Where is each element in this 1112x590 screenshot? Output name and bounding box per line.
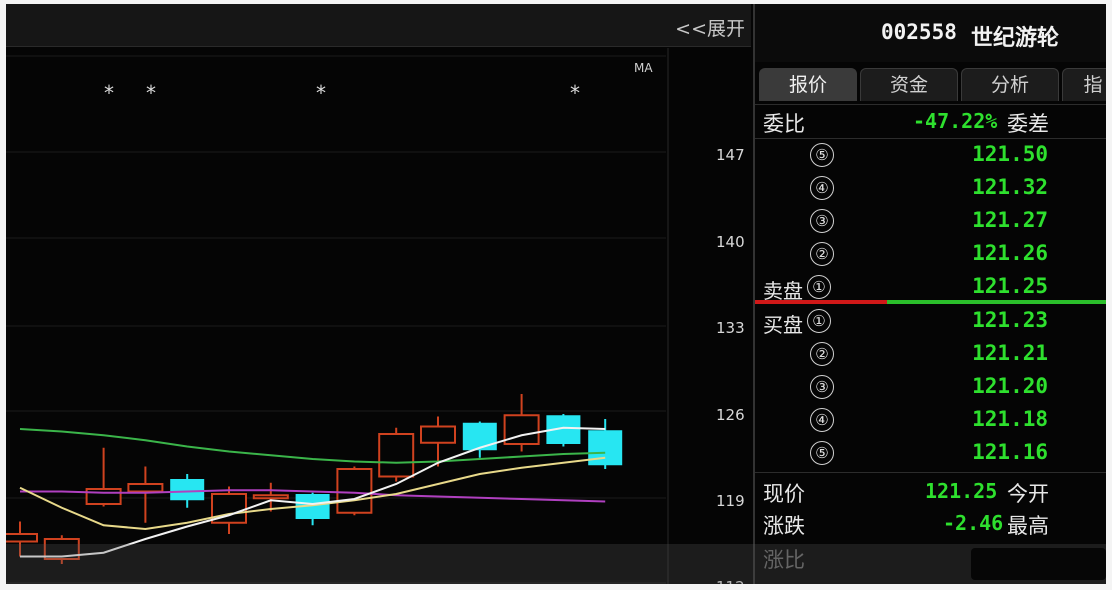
ask-price: 121.27 bbox=[972, 208, 1048, 232]
divider bbox=[755, 472, 1106, 473]
open-label: 今开 bbox=[1007, 482, 1049, 506]
change-value: -2.46 bbox=[943, 511, 1004, 535]
stock-name: 世纪游轮 bbox=[971, 26, 1060, 51]
ask-row-5[interactable]: ⑤ 121.50 bbox=[755, 140, 1106, 172]
tab-quote[interactable]: 报价 bbox=[759, 68, 857, 101]
order-ratio-row: 委比 -47.22% 委差 bbox=[755, 106, 1106, 138]
bid-price: 121.21 bbox=[972, 341, 1048, 365]
ma-label: MA bbox=[634, 61, 653, 75]
event-marker: * bbox=[104, 81, 114, 105]
order-diff-label: 委差 bbox=[1007, 112, 1049, 136]
trading-app: <<展开 147140133126119112MA**** 002558 世纪游… bbox=[6, 4, 1106, 584]
bottom-fade-overlay bbox=[6, 544, 1106, 584]
kline-chart[interactable]: 147140133126119112MA**** bbox=[6, 4, 751, 584]
ask-price: 121.26 bbox=[972, 241, 1048, 265]
tab-funds[interactable]: 资金 bbox=[860, 68, 958, 101]
level-badge: ② bbox=[810, 342, 834, 366]
event-marker: * bbox=[570, 81, 580, 105]
order-ratio-label: 委比 bbox=[763, 112, 805, 136]
kline-chart-panel[interactable]: <<展开 147140133126119112MA**** bbox=[6, 4, 751, 584]
quote-tabs: 报价 资金 分析 指 bbox=[759, 68, 1106, 102]
bid-price: 121.23 bbox=[972, 308, 1048, 332]
candle-body bbox=[462, 422, 497, 451]
candle-body bbox=[85, 488, 122, 505]
tab-analysis[interactable]: 分析 bbox=[961, 68, 1059, 101]
price-tick-label: 133 bbox=[716, 319, 745, 337]
candle-body bbox=[6, 533, 38, 543]
level-badge: ① bbox=[807, 309, 831, 333]
high-label: 最高 bbox=[1007, 514, 1049, 538]
ask-price: 121.50 bbox=[972, 142, 1048, 166]
level-badge: ⑤ bbox=[810, 441, 834, 465]
buy-volume-bar bbox=[887, 300, 1106, 304]
tab-index[interactable]: 指 bbox=[1062, 68, 1106, 101]
candle-body bbox=[127, 483, 164, 493]
ask-price: 121.25 bbox=[972, 274, 1048, 298]
change-label: 涨跌 bbox=[763, 514, 805, 538]
bid-row-5[interactable]: ⑤ 121.16 bbox=[755, 438, 1106, 470]
bid-row-1[interactable]: 买盘 ① 121.23 bbox=[755, 306, 1106, 338]
level-badge: ⑤ bbox=[810, 143, 834, 167]
stock-code: 002558 bbox=[881, 20, 957, 44]
bid-row-3[interactable]: ③ 121.20 bbox=[755, 372, 1106, 404]
event-marker: * bbox=[146, 81, 156, 105]
quote-panel: 002558 世纪游轮 报价 资金 分析 指 委比 -47.22% 委差 ⑤ 1… bbox=[753, 4, 1106, 584]
redaction-box bbox=[971, 548, 1106, 580]
stock-title-bar: 002558 世纪游轮 bbox=[755, 4, 1106, 62]
current-price-value: 121.25 bbox=[925, 479, 998, 503]
buy-label: 买盘 bbox=[763, 313, 803, 337]
ask-price: 121.32 bbox=[972, 175, 1048, 199]
level-badge: ① bbox=[807, 275, 831, 299]
level-badge: ④ bbox=[810, 176, 834, 200]
ask-row-3[interactable]: ③ 121.27 bbox=[755, 206, 1106, 238]
bid-row-2[interactable]: ② 121.21 bbox=[755, 339, 1106, 371]
candle-body bbox=[378, 433, 415, 478]
candle-body bbox=[336, 468, 373, 514]
bid-price: 121.16 bbox=[972, 440, 1048, 464]
price-tick-label: 140 bbox=[716, 233, 745, 251]
price-tick-label: 147 bbox=[716, 146, 745, 164]
bid-price: 121.18 bbox=[972, 407, 1048, 431]
divider bbox=[755, 138, 1106, 139]
level-badge: ③ bbox=[810, 375, 834, 399]
level-badge: ③ bbox=[810, 209, 834, 233]
order-ratio-value: -47.22% bbox=[913, 109, 998, 133]
event-marker: * bbox=[316, 81, 326, 105]
level-badge: ④ bbox=[810, 408, 834, 432]
price-tick-label: 119 bbox=[716, 492, 745, 510]
candle-body bbox=[170, 479, 205, 501]
candle-body bbox=[420, 425, 456, 444]
ask-row-4[interactable]: ④ 121.32 bbox=[755, 173, 1106, 205]
ask-row-2[interactable]: ② 121.26 bbox=[755, 239, 1106, 271]
price-tick-label: 126 bbox=[716, 406, 745, 424]
bid-price: 121.20 bbox=[972, 374, 1048, 398]
sell-volume-bar bbox=[755, 300, 887, 304]
current-price-label: 现价 bbox=[763, 482, 805, 506]
candle-body bbox=[252, 494, 289, 500]
bid-row-4[interactable]: ④ 121.18 bbox=[755, 405, 1106, 437]
level-badge: ② bbox=[810, 242, 834, 266]
divider bbox=[755, 104, 1106, 105]
